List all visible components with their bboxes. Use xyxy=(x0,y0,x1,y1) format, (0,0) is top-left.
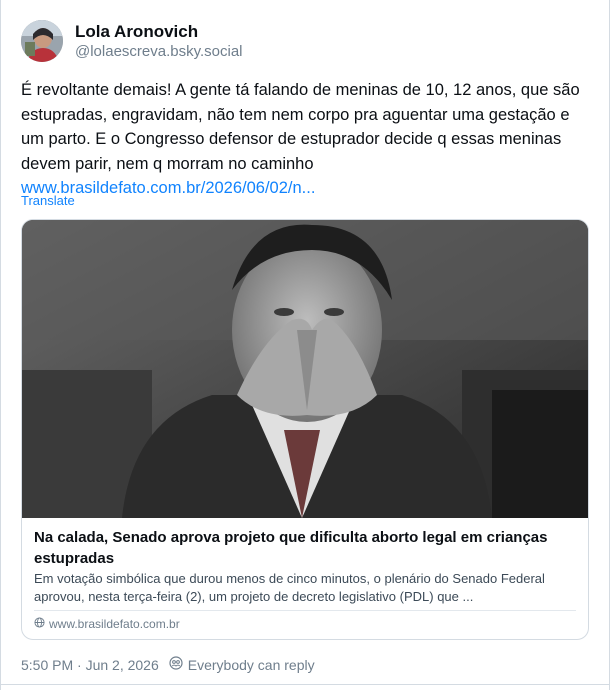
post-header: Lola Aronovich @lolaescreva.bsky.social xyxy=(21,20,243,62)
link-card-image xyxy=(22,220,588,518)
link-card[interactable]: Na calada, Senado aprova projeto que dif… xyxy=(21,219,589,640)
link-card-description: Em votação simbólica que durou menos de … xyxy=(34,571,545,604)
link-card-domain-text: www.brasildefato.com.br xyxy=(49,617,180,631)
link-card-photo xyxy=(22,220,588,518)
post-timestamp[interactable]: 5:50 PM · Jun 2, 2026 xyxy=(21,657,159,673)
link-card-divider xyxy=(34,610,576,611)
post-text: É revoltante demais! A gente tá falando … xyxy=(21,81,580,173)
post-bottom-divider xyxy=(0,684,610,685)
post-meta: 5:50 PM · Jun 2, 2026 Everybody can repl… xyxy=(21,656,315,673)
link-card-domain: www.brasildefato.com.br xyxy=(34,617,180,631)
reply-setting[interactable]: Everybody can reply xyxy=(169,656,315,673)
reply-setting-icon xyxy=(169,656,183,673)
author-display-name[interactable]: Lola Aronovich xyxy=(75,21,243,42)
link-card-title: Na calada, Senado aprova projeto que dif… xyxy=(34,529,548,567)
avatar-image xyxy=(21,20,63,62)
reply-setting-label: Everybody can reply xyxy=(187,656,315,673)
globe-icon xyxy=(34,617,45,631)
post-body: É revoltante demais! A gente tá falando … xyxy=(21,78,591,201)
avatar[interactable] xyxy=(21,20,63,62)
translate-link[interactable]: Translate xyxy=(21,193,75,208)
author-handle[interactable]: @lolaescreva.bsky.social xyxy=(75,42,243,62)
author-names: Lola Aronovich @lolaescreva.bsky.social xyxy=(75,21,243,62)
